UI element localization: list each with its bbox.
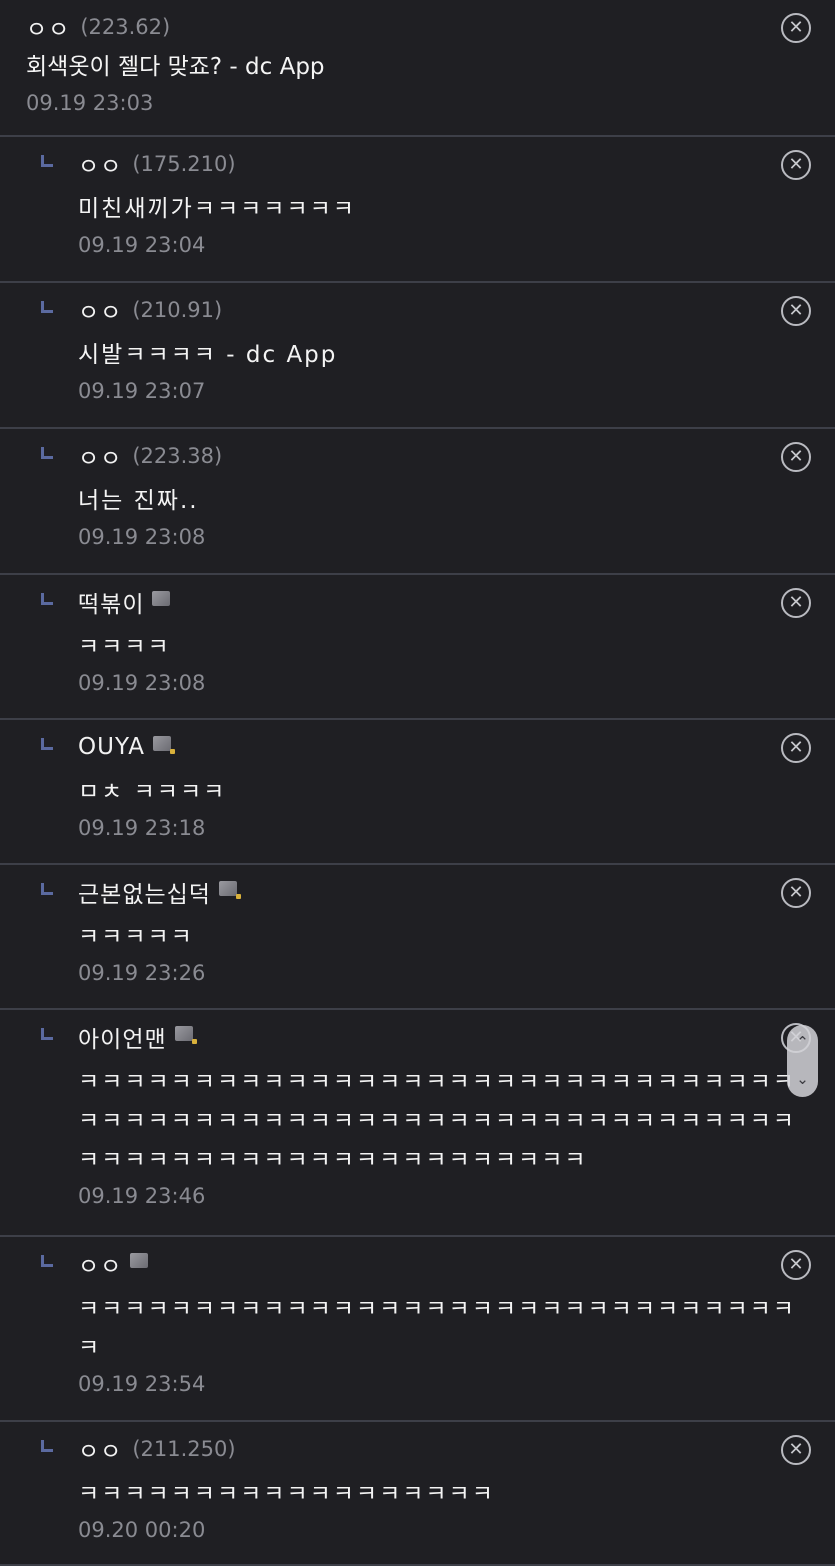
close-circle-icon[interactable]: ✕	[781, 13, 811, 43]
author-ip: (223.62)	[80, 15, 171, 39]
reply-comment: 근본없는십덕 ㅋㅋㅋㅋㅋ 09.19 23:26 ✕	[0, 865, 835, 1010]
author-line: 떡볶이	[78, 585, 835, 619]
close-circle-icon[interactable]: ✕	[781, 733, 811, 763]
author-line: ㅇㅇ (211.250)	[78, 1432, 835, 1466]
author-ip: (223.38)	[132, 444, 223, 468]
author-name[interactable]: OUYA	[78, 734, 145, 760]
author-name[interactable]: ㅇㅇ	[78, 439, 122, 473]
author-name[interactable]: ㅇㅇ	[78, 147, 122, 181]
comment-date: 09.19 23:04	[78, 233, 206, 257]
reply-comment: ㅇㅇ (223.38) 너는 진짜.. 09.19 23:08 ✕	[0, 429, 835, 575]
reply-corner-icon	[41, 738, 53, 750]
author-ip: (211.250)	[132, 1437, 236, 1461]
author-line: ㅇㅇ	[78, 1247, 835, 1281]
reply-corner-icon	[41, 447, 53, 459]
comment-date: 09.19 23:08	[78, 525, 206, 549]
comment-date: 09.19 23:07	[78, 379, 206, 403]
reply-comment: ㅇㅇ (175.210) 미친새끼가ㅋㅋㅋㅋㅋㅋㅋ 09.19 23:04 ✕	[0, 137, 835, 283]
comment: ㅇㅇ (223.62) 회색옷이 젤다 맞죠? - dc App 09.19 23:0…	[0, 0, 835, 137]
author-name[interactable]: 떡볶이	[78, 585, 144, 619]
fixed-nick-icon	[152, 590, 171, 606]
close-circle-icon[interactable]: ✕	[781, 588, 811, 618]
close-circle-icon[interactable]: ✕	[781, 150, 811, 180]
fixed-nick-icon	[152, 735, 175, 754]
reply-comment: OUYA ㅁㅊ ㅋㅋㅋㅋ 09.19 23:18 ✕	[0, 720, 835, 865]
reply-comment: 아이언맨 ㅋㅋㅋㅋㅋㅋㅋㅋㅋㅋㅋㅋㅋㅋㅋㅋㅋㅋㅋㅋㅋㅋㅋㅋㅋㅋㅋㅋㅋㅋㅋㅋㅋㅋㅋㅋ…	[0, 1010, 835, 1237]
close-circle-icon[interactable]: ✕	[781, 1435, 811, 1465]
author-line: ㅇㅇ (210.91)	[78, 293, 835, 327]
scroll-control[interactable]: ⌃ ⌄	[787, 1025, 818, 1097]
author-line: ㅇㅇ (223.38)	[78, 439, 835, 473]
author-ip: (175.210)	[132, 152, 236, 176]
comment-date: 09.19 23:08	[78, 671, 206, 695]
reply-corner-icon	[41, 1440, 53, 1452]
author-ip: (210.91)	[132, 298, 223, 322]
author-name[interactable]: ㅇㅇ	[26, 10, 70, 44]
close-circle-icon[interactable]: ✕	[781, 1250, 811, 1280]
reply-corner-icon	[41, 1255, 53, 1267]
comment-text: 너는 진짜..	[78, 488, 199, 514]
reply-comment: 떡볶이 ㅋㅋㅋㅋ 09.19 23:08 ✕	[0, 575, 835, 720]
author-line: 근본없는십덕	[78, 875, 835, 909]
comment-text: 회색옷이 젤다 맞죠? - dc App	[26, 54, 325, 80]
fixed-nick-icon	[130, 1252, 149, 1268]
author-name[interactable]: ㅇㅇ	[78, 1432, 122, 1466]
comment-text: ㅋㅋㅋㅋㅋ	[78, 924, 194, 950]
close-circle-icon[interactable]: ✕	[781, 442, 811, 472]
comment-text: ㅋㅋㅋㅋㅋㅋㅋㅋㅋㅋㅋㅋㅋㅋㅋㅋㅋㅋㅋㅋㅋㅋㅋㅋㅋㅋㅋㅋㅋㅋㅋㅋㅋㅋㅋㅋㅋㅋㅋㅋ…	[78, 1069, 796, 1173]
reply-corner-icon	[41, 301, 53, 313]
reply-comment: ㅇㅇㅋㅋㅋㅋㅋㅋㅋㅋㅋㅋㅋㅋㅋㅋㅋㅋㅋㅋㅋㅋㅋㅋㅋㅋㅋㅋㅋㅋㅋㅋㅋㅋ 09.19 …	[0, 1237, 835, 1422]
author-name[interactable]: 아이언맨	[78, 1020, 167, 1054]
fixed-nick-icon	[174, 1025, 197, 1044]
author-line: ㅇㅇ (223.62)	[26, 10, 835, 44]
close-circle-icon[interactable]: ✕	[781, 296, 811, 326]
comment-date: 09.19 23:26	[78, 961, 206, 985]
reply-comment: ㅇㅇ (211.250) ㅋㅋㅋㅋㅋㅋㅋㅋㅋㅋㅋㅋㅋㅋㅋㅋㅋㅋ 09.20 00:20…	[0, 1422, 835, 1566]
reply-comment: ㅇㅇ (210.91) 시발ㅋㅋㅋㅋ - dc App 09.19 23:07 ✕	[0, 283, 835, 429]
comment-date: 09.20 00:20	[78, 1518, 206, 1542]
scroll-up-icon[interactable]: ⌃	[796, 1035, 809, 1050]
reply-corner-icon	[41, 155, 53, 167]
close-circle-icon[interactable]: ✕	[781, 878, 811, 908]
comment-date: 09.19 23:46	[78, 1184, 206, 1208]
reply-corner-icon	[41, 1028, 53, 1040]
author-line: ㅇㅇ (175.210)	[78, 147, 835, 181]
comment-text: 미친새끼가ㅋㅋㅋㅋㅋㅋㅋ	[78, 196, 356, 222]
author-name[interactable]: ㅇㅇ	[78, 293, 122, 327]
comment-text: 시발ㅋㅋㅋㅋ - dc App	[78, 342, 338, 368]
reply-corner-icon	[41, 593, 53, 605]
comment-text: ㅁㅊ ㅋㅋㅋㅋ	[78, 779, 227, 805]
fixed-nick-icon	[218, 880, 241, 899]
scroll-down-icon[interactable]: ⌄	[796, 1072, 809, 1087]
author-line: 아이언맨	[78, 1020, 835, 1054]
author-name[interactable]: 근본없는십덕	[78, 875, 211, 909]
comment-date: 09.19 23:54	[78, 1372, 206, 1396]
author-name[interactable]: ㅇㅇ	[78, 1247, 122, 1281]
comment-list: ㅇㅇ (223.62) 회색옷이 젤다 맞죠? - dc App 09.19 23:0…	[0, 0, 835, 1566]
comment-date: 09.19 23:03	[26, 91, 154, 115]
comment-text: ㅋㅋㅋㅋ	[78, 634, 171, 660]
comment-date: 09.19 23:18	[78, 816, 206, 840]
author-line: OUYA	[78, 732, 835, 762]
reply-corner-icon	[41, 883, 53, 895]
comment-text: ㅋㅋㅋㅋㅋㅋㅋㅋㅋㅋㅋㅋㅋㅋㅋㅋㅋㅋㅋㅋㅋㅋㅋㅋㅋㅋㅋㅋㅋㅋㅋㅋ	[78, 1296, 796, 1361]
comment-text: ㅋㅋㅋㅋㅋㅋㅋㅋㅋㅋㅋㅋㅋㅋㅋㅋㅋㅋ	[78, 1481, 495, 1507]
